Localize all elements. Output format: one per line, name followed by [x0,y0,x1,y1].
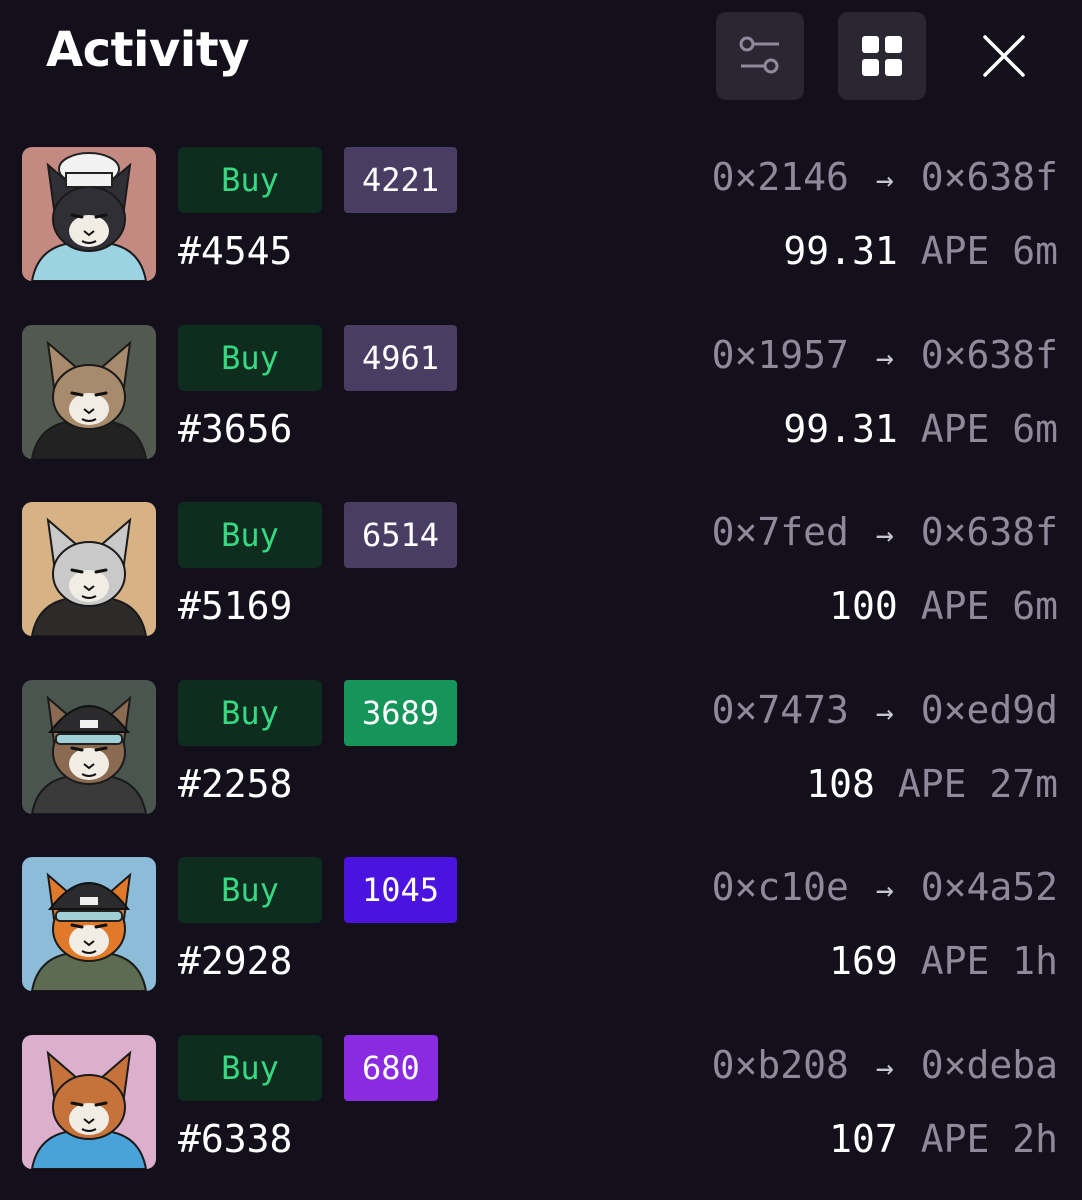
from-address[interactable]: 0×c10e [712,865,849,909]
price-amount: 169 [829,939,898,984]
time-ago: 1h [1012,939,1058,984]
arrow-right-icon: → [875,163,894,198]
activity-row[interactable]: Buy 680 #6338 0×b208 → 0×deba 107 APE 2h [0,1035,1082,1169]
time-ago: 2h [1012,1117,1058,1161]
token-id[interactable]: #4545 [178,229,292,273]
to-address[interactable]: 0×638f [921,510,1058,554]
to-address[interactable]: 0×deba [921,1043,1058,1087]
rank-badge: 3689 [344,679,458,746]
to-address[interactable]: 0×638f [921,333,1058,377]
activity-row[interactable]: Buy 6514 #5169 0×7fed → 0×638f 100 APE 6… [0,502,1082,637]
to-address[interactable]: 0×4a52 [921,865,1058,909]
action-badge: Buy [178,679,322,746]
nft-avatar[interactable] [22,679,156,814]
time-ago: 27m [989,761,1058,806]
arrow-right-icon: → [875,695,894,731]
price-amount: 99.31 [783,229,898,273]
price-amount: 108 [806,761,875,806]
price-line: 169 APE 1h [829,939,1058,983]
to-address[interactable]: 0×638f [921,155,1058,199]
nft-avatar[interactable] [22,147,156,281]
nft-avatar[interactable] [22,857,156,992]
activity-row[interactable]: Buy 1045 #2928 0×c10e → 0×4a52 169 APE 1… [0,857,1082,992]
price-amount: 100 [829,584,898,629]
grid-view-button[interactable] [838,12,926,100]
price-amount: 99.31 [783,406,898,451]
arrow-right-icon: → [875,340,894,376]
from-address[interactable]: 0×7fed [712,510,849,554]
activity-row[interactable]: Buy 4221 #4545 0×2146 → 0×638f 99.31 APE… [0,147,1082,281]
transfer-addresses: 0×7473 → 0×ed9d [712,688,1058,732]
price-amount: 107 [829,1117,898,1161]
nft-avatar[interactable] [22,502,156,637]
price-line: 99.31 APE 6m [783,229,1058,273]
price-line: 99.31 APE 6m [783,407,1058,451]
filter-button[interactable] [716,12,804,100]
nft-avatar[interactable] [22,324,156,459]
token-id[interactable]: #2928 [178,939,292,983]
transfer-addresses: 0×7fed → 0×638f [712,510,1058,554]
transfer-addresses: 0×2146 → 0×638f [712,155,1058,199]
price-currency: APE [920,406,990,451]
nft-avatar[interactable] [22,1035,156,1169]
arrow-right-icon: → [875,518,894,554]
price-currency: APE [920,229,990,273]
action-badge: Buy [178,857,322,924]
page-title: Activity [46,22,249,78]
rank-badge: 4961 [344,324,458,391]
from-address[interactable]: 0×b208 [712,1043,849,1087]
rank-badge: 6514 [344,502,458,569]
from-address[interactable]: 0×2146 [712,155,849,199]
price-line: 108 APE 27m [806,762,1058,806]
price-currency: APE [897,761,967,806]
token-id[interactable]: #5169 [178,584,292,628]
price-currency: APE [920,939,990,984]
sliders-icon [739,36,779,74]
transfer-addresses: 0×b208 → 0×deba [712,1043,1058,1087]
action-badge: Buy [178,1035,322,1101]
rank-badge: 4221 [344,147,458,213]
token-id[interactable]: #2258 [178,762,292,806]
close-icon [983,35,1025,77]
activity-row[interactable]: Buy 3689 #2258 0×7473 → 0×ed9d 108 APE 2… [0,679,1082,814]
price-line: 100 APE 6m [829,584,1058,628]
transfer-addresses: 0×c10e → 0×4a52 [712,865,1058,909]
price-currency: APE [920,584,990,629]
close-button[interactable] [970,22,1038,90]
arrow-right-icon: → [875,873,894,909]
arrow-right-icon: → [875,1051,894,1086]
from-address[interactable]: 0×7473 [712,688,849,732]
action-badge: Buy [178,324,322,391]
activity-row[interactable]: Buy 4961 #3656 0×1957 → 0×638f 99.31 APE… [0,324,1082,459]
grid-icon [862,36,902,76]
token-id[interactable]: #6338 [178,1117,292,1161]
time-ago: 6m [1012,406,1058,451]
time-ago: 6m [1012,229,1058,273]
transfer-addresses: 0×1957 → 0×638f [712,333,1058,377]
action-badge: Buy [178,147,322,213]
from-address[interactable]: 0×1957 [712,333,849,377]
price-currency: APE [920,1117,990,1161]
token-id[interactable]: #3656 [178,407,292,451]
time-ago: 6m [1012,584,1058,629]
action-badge: Buy [178,502,322,569]
price-line: 107 APE 2h [829,1117,1058,1161]
rank-badge: 680 [344,1035,438,1101]
rank-badge: 1045 [344,857,458,924]
to-address[interactable]: 0×ed9d [921,688,1058,732]
